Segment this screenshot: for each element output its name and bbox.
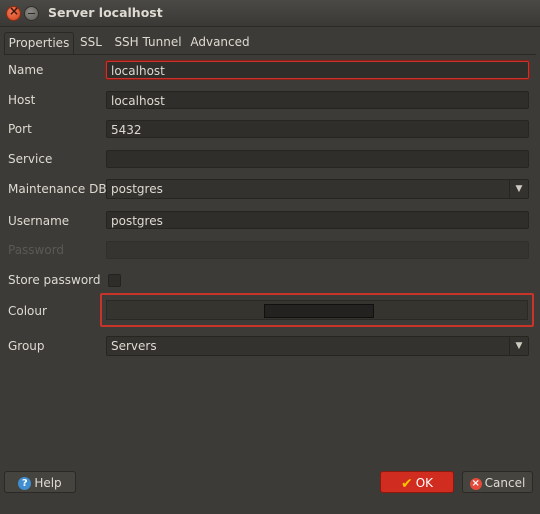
service-field[interactable]	[106, 150, 529, 168]
group-label: Group	[8, 339, 45, 353]
colour-label: Colour	[8, 304, 47, 318]
cancel-icon: ×	[469, 477, 482, 490]
help-icon: ?	[18, 477, 32, 490]
password-label: Password	[8, 243, 65, 257]
close-window-icon[interactable]	[6, 4, 21, 21]
password-field[interactable]	[106, 241, 529, 259]
group-value: Servers	[111, 339, 157, 353]
cancel-button-label: Cancel	[484, 476, 526, 490]
maintenance-db-combo[interactable]: postgres ▼	[106, 179, 529, 199]
host-label: Host	[8, 93, 36, 107]
store-password-checkbox[interactable]	[108, 274, 121, 287]
ok-button[interactable]: ✔ OK	[380, 471, 454, 493]
name-field[interactable]: localhost	[106, 61, 529, 79]
title-bar: Server localhost	[0, 0, 540, 27]
maintenance-db-label: Maintenance DB	[8, 182, 107, 196]
dropdown-arrow-icon[interactable]: ▼	[509, 180, 528, 198]
tab-advanced[interactable]: Advanced	[188, 32, 252, 53]
username-label: Username	[8, 214, 70, 228]
host-field[interactable]: localhost	[106, 91, 529, 109]
maintenance-db-value: postgres	[111, 182, 163, 196]
tab-properties[interactable]: Properties	[4, 32, 74, 55]
tab-ssl[interactable]: SSL	[76, 32, 106, 53]
service-label: Service	[8, 152, 53, 166]
cancel-button[interactable]: × Cancel	[462, 471, 533, 493]
tab-panel-border	[4, 54, 536, 55]
username-field[interactable]: postgres	[106, 211, 529, 229]
minimize-window-icon[interactable]	[24, 6, 39, 21]
checkmark-icon: ✔	[400, 475, 413, 492]
help-button[interactable]: ? Help	[4, 471, 76, 493]
dropdown-arrow-icon[interactable]: ▼	[509, 337, 528, 355]
help-button-label: Help	[34, 476, 62, 490]
colour-swatch[interactable]	[264, 304, 374, 318]
port-field[interactable]: 5432	[106, 120, 529, 138]
ok-button-label: OK	[415, 476, 434, 490]
port-label: Port	[8, 122, 32, 136]
store-password-label: Store password	[8, 273, 101, 287]
window-title: Server localhost	[48, 5, 163, 20]
tab-ssh-tunnel[interactable]: SSH Tunnel	[112, 32, 184, 53]
name-label: Name	[8, 63, 44, 77]
group-combo[interactable]: Servers ▼	[106, 336, 529, 356]
